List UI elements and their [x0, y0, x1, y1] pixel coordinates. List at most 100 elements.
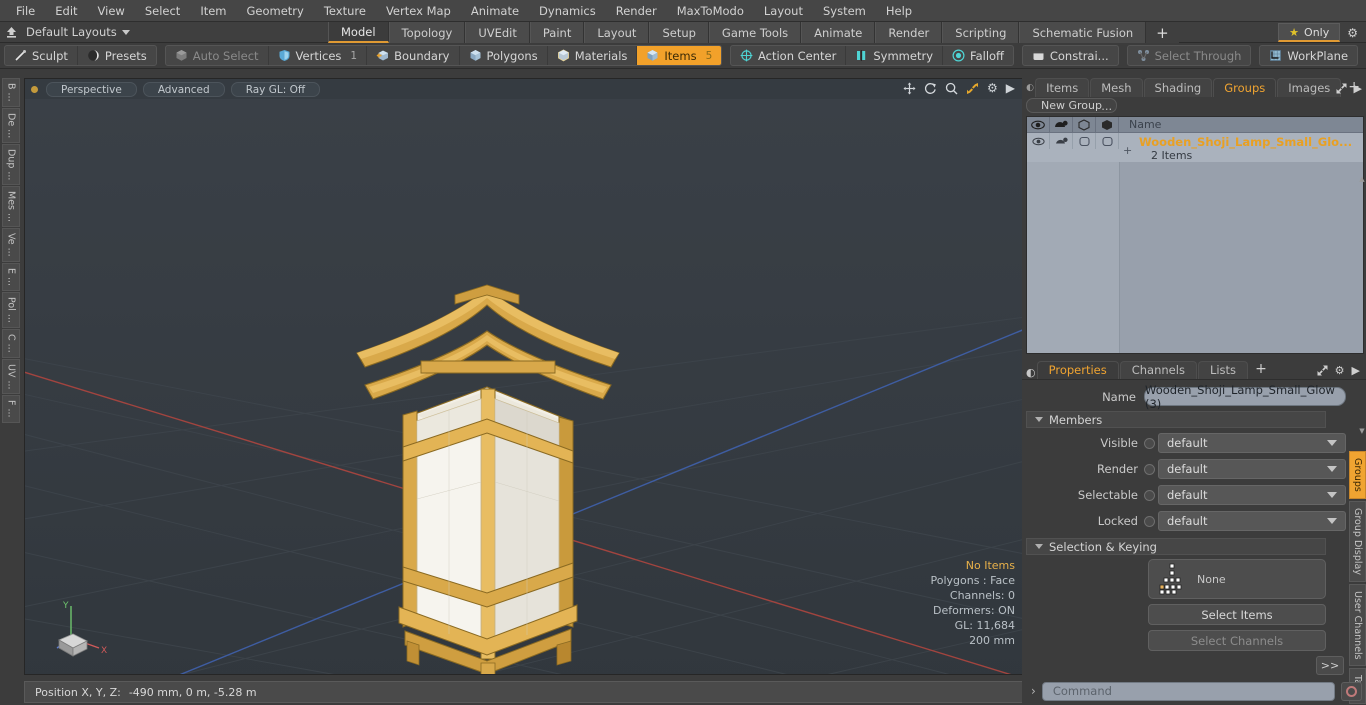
presets-button[interactable]: Presets: [78, 46, 156, 65]
properties-tab-properties[interactable]: Properties: [1036, 361, 1119, 379]
arrow-right-icon[interactable]: ▶: [1352, 364, 1360, 377]
menu-item-texture[interactable]: Texture: [314, 1, 376, 21]
symmetry-button[interactable]: Symmetry: [846, 46, 944, 65]
layout-tab-model[interactable]: Model: [328, 22, 389, 43]
sculpt-button[interactable]: Sculpt: [5, 46, 78, 65]
render-dropdown[interactable]: default: [1158, 459, 1346, 479]
layout-tab-topology[interactable]: Topology: [388, 22, 466, 43]
layout-tab-uvedit[interactable]: UVEdit: [465, 22, 530, 43]
workplane-button[interactable]: WorkPlane: [1260, 46, 1357, 65]
move-icon[interactable]: [903, 82, 916, 95]
layout-tab-render[interactable]: Render: [875, 22, 943, 43]
rail-tab-duplicate[interactable]: Dup ...: [2, 143, 20, 186]
menu-item-layout[interactable]: Layout: [754, 1, 813, 21]
right-tab-groups[interactable]: Groups: [1213, 78, 1277, 97]
selectable-radio[interactable]: [1144, 489, 1155, 501]
fit-icon[interactable]: [966, 82, 979, 95]
items-button[interactable]: Items 5: [637, 46, 721, 65]
properties-tab-lists[interactable]: Lists: [1197, 361, 1249, 379]
expand-icon[interactable]: [1317, 365, 1328, 376]
gear-icon[interactable]: ⚙: [987, 81, 998, 95]
row-render-toggle[interactable]: [1050, 133, 1073, 149]
gear-icon[interactable]: ⚙: [1343, 26, 1362, 40]
edge-tab-groups[interactable]: Groups: [1349, 451, 1366, 499]
panel-menu-icon[interactable]: ◐: [1026, 82, 1034, 94]
row-lock-toggle[interactable]: [1096, 133, 1119, 149]
table-row[interactable]: + Wooden_Shoji_Lamp_Small_Glo... 2 Items: [1027, 133, 1363, 162]
menu-item-dynamics[interactable]: Dynamics: [529, 1, 606, 21]
menu-item-edit[interactable]: Edit: [45, 1, 87, 21]
record-icon[interactable]: [1341, 681, 1362, 701]
layout-tab-layout[interactable]: Layout: [584, 22, 650, 43]
rail-tab-vertex[interactable]: Ve ...: [2, 228, 20, 263]
rail-tab-mesh-edit[interactable]: Mes ...: [2, 186, 20, 228]
row-select-toggle[interactable]: [1073, 133, 1096, 149]
menu-item-help[interactable]: Help: [876, 1, 922, 21]
layout-tab-game-tools[interactable]: Game Tools: [708, 22, 802, 43]
select-items-button[interactable]: Select Items: [1148, 604, 1326, 625]
gear-icon[interactable]: ⚙: [1335, 364, 1345, 377]
arrow-right-icon[interactable]: ▶: [1354, 82, 1362, 95]
expander-icon[interactable]: +: [1123, 144, 1132, 157]
expand-icon[interactable]: [1336, 83, 1347, 94]
select-through-button[interactable]: Select Through: [1128, 46, 1251, 65]
select-icon[interactable]: [1073, 116, 1096, 133]
right-tab-images[interactable]: Images: [1277, 78, 1342, 97]
rail-tab-fusion[interactable]: F ...: [2, 395, 20, 423]
edge-tab-group-display[interactable]: Group Display: [1349, 500, 1366, 582]
rail-tab-deform[interactable]: De ...: [2, 107, 20, 143]
menu-item-maxtomodo[interactable]: MaxToModo: [667, 1, 754, 21]
visible-radio[interactable]: [1144, 437, 1155, 449]
only-toggle-button[interactable]: ★ Only: [1278, 23, 1341, 42]
falloff-button[interactable]: Falloff: [943, 46, 1013, 65]
boundary-button[interactable]: Boundary: [367, 46, 460, 65]
layout-tab-paint[interactable]: Paint: [529, 22, 585, 43]
add-properties-tab-button[interactable]: +: [1249, 361, 1273, 379]
visible-dropdown[interactable]: default: [1158, 433, 1346, 453]
rail-tab-curve[interactable]: C ...: [2, 329, 20, 358]
menu-item-animate[interactable]: Animate: [461, 1, 529, 21]
menu-item-select[interactable]: Select: [135, 1, 190, 21]
members-section-header[interactable]: Members: [1026, 411, 1326, 428]
viewport-raygl-dropdown[interactable]: Ray GL: Off: [230, 81, 321, 97]
auto-select-button[interactable]: Auto Select: [166, 46, 269, 65]
menu-item-item[interactable]: Item: [190, 1, 236, 21]
render-icon[interactable]: [1050, 116, 1073, 133]
home-icon[interactable]: [0, 26, 22, 38]
lock-icon[interactable]: [1096, 116, 1119, 133]
menu-item-system[interactable]: System: [813, 1, 876, 21]
group-list[interactable]: Name + Wooden_Shoji_Lamp_Small_Glo... 2 …: [1026, 116, 1364, 354]
menu-item-geometry[interactable]: Geometry: [237, 1, 314, 21]
eye-icon[interactable]: [1027, 116, 1050, 133]
layout-tab-setup[interactable]: Setup: [649, 22, 709, 43]
rotate-icon[interactable]: [924, 82, 937, 95]
selectable-dropdown[interactable]: default: [1158, 485, 1346, 505]
default-layouts-dropdown[interactable]: Default Layouts: [22, 25, 138, 39]
constraint-button[interactable]: Constrai...: [1023, 46, 1118, 65]
zoom-icon[interactable]: [945, 82, 958, 95]
viewport-canvas[interactable]: Y X No Items Polygons : Face Channels: 0…: [25, 99, 1023, 674]
properties-menu-icon[interactable]: ◐: [1026, 366, 1036, 379]
render-radio[interactable]: [1144, 463, 1155, 475]
viewport-projection-dropdown[interactable]: Perspective: [46, 81, 137, 97]
right-tab-items[interactable]: Items: [1035, 78, 1090, 97]
right-tab-shading[interactable]: Shading: [1143, 78, 1213, 97]
menu-item-view[interactable]: View: [88, 1, 135, 21]
viewport-3d[interactable]: Perspective Advanced Ray GL: Off ⚙ ▶ Y X…: [24, 78, 1024, 675]
command-input[interactable]: Command: [1041, 681, 1335, 701]
play-icon[interactable]: ▶: [1006, 81, 1015, 95]
rail-tab-basic[interactable]: B ...: [2, 78, 20, 107]
polygons-button[interactable]: Polygons: [460, 46, 548, 65]
add-layout-tab-button[interactable]: +: [1146, 22, 1179, 43]
group-list-empty-area[interactable]: [1027, 162, 1363, 353]
locked-radio[interactable]: [1144, 515, 1155, 527]
selection-set-field[interactable]: None: [1148, 559, 1326, 599]
viewport-shading-dropdown[interactable]: Advanced: [142, 81, 225, 97]
layout-tab-scripting[interactable]: Scripting: [942, 22, 1020, 43]
menu-item-vertex-map[interactable]: Vertex Map: [376, 1, 461, 21]
right-tab-mesh[interactable]: Mesh ...: [1090, 78, 1143, 113]
layout-tab-schematic-fusion[interactable]: Schematic Fusion: [1019, 22, 1147, 43]
row-eye-toggle[interactable]: [1027, 133, 1050, 149]
properties-tab-channels[interactable]: Channels: [1119, 361, 1197, 379]
menu-item-file[interactable]: File: [6, 1, 45, 21]
